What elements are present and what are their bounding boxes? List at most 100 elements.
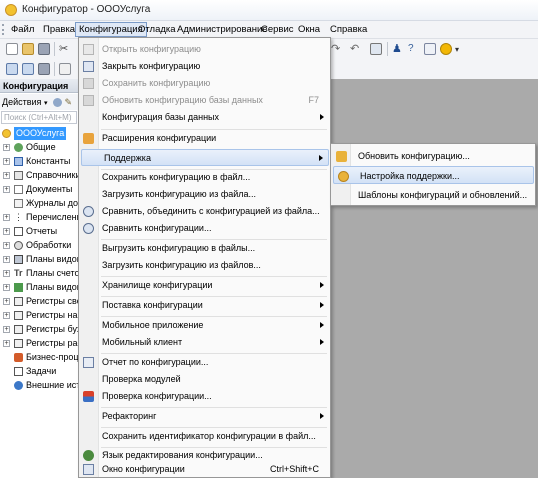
business-process-icon — [14, 353, 23, 362]
support-submenu: Обновить конфигурацию... Настройка подде… — [330, 143, 536, 206]
menu-item-repository[interactable]: Хранилище конфигурации — [80, 277, 329, 294]
menu-item-export-to-files[interactable]: Выгрузить конфигурацию в файлы... — [80, 240, 329, 257]
menu-item-db-config[interactable]: Конфигурация базы данных — [80, 109, 329, 126]
expand-icon[interactable]: + — [3, 326, 10, 333]
chevron-down-icon[interactable]: ▾ — [44, 100, 48, 107]
properties-icon[interactable] — [22, 63, 34, 75]
characteristic-icon — [14, 255, 23, 264]
cut-icon[interactable]: ✂ — [59, 43, 71, 55]
journal-icon — [14, 199, 23, 208]
expand-icon[interactable]: + — [3, 242, 10, 249]
chevron-down-icon[interactable]: ▾ — [455, 43, 467, 55]
menu-windows[interactable]: Окна — [295, 23, 323, 36]
menu-item-compare-configs[interactable]: Сравнить конфигурации... — [80, 220, 329, 237]
gear-icon — [14, 241, 23, 250]
menu-edit[interactable]: Правка — [40, 23, 78, 36]
edit-icon[interactable]: ✎ — [65, 97, 73, 107]
menu-item-refactoring[interactable]: Рефакторинг — [80, 408, 329, 425]
actions-menu-button[interactable]: Действия — [2, 97, 41, 107]
expand-icon[interactable]: + — [3, 144, 10, 151]
toolbar-separator — [54, 62, 55, 76]
submenu-item-update-config[interactable]: Обновить конфигурацию... — [332, 147, 534, 165]
expand-icon[interactable]: + — [3, 186, 10, 193]
expand-icon[interactable]: + — [3, 298, 10, 305]
menu-item-config-report[interactable]: Отчет по конфигурации... — [80, 354, 329, 371]
window-title: Конфигуратор - ОООУслуга — [22, 4, 151, 15]
language-icon — [83, 450, 94, 461]
expand-icon[interactable]: + — [3, 284, 10, 291]
expand-icon[interactable]: + — [3, 228, 10, 235]
title-bar: Конфигуратор - ОООУслуга — [0, 0, 538, 21]
configuration-menu: Открыть конфигурацию Закрыть конфигураци… — [78, 37, 331, 478]
menu-item-update-db-config[interactable]: Обновить конфигурацию базы данных F7 — [80, 92, 329, 109]
expand-icon[interactable]: + — [3, 158, 10, 165]
expand-icon[interactable]: + — [3, 312, 10, 319]
submenu-item-support-settings[interactable]: Настройка поддержки... — [333, 166, 534, 184]
menu-item-mobile-app[interactable]: Мобильное приложение — [80, 317, 329, 334]
menu-item-check-config[interactable]: Проверка конфигурации... — [80, 388, 329, 405]
enum-icon: ⋮ — [14, 212, 23, 222]
config-icon[interactable] — [59, 63, 71, 75]
search-input[interactable]: Поиск (Ctrl+Alt+M) — [1, 111, 77, 124]
menu-debug[interactable]: Отладка — [135, 23, 179, 36]
window-icon[interactable] — [370, 43, 382, 55]
toolbar-separator — [54, 42, 55, 56]
register-icon — [14, 311, 23, 320]
submenu-arrow-icon — [320, 322, 324, 328]
tree-view-icon[interactable] — [6, 63, 18, 75]
expand-icon[interactable]: + — [3, 256, 10, 263]
expand-icon[interactable]: + — [3, 340, 10, 347]
report-icon — [14, 227, 23, 236]
config-root-icon — [2, 129, 11, 138]
expand-icon[interactable]: + — [3, 214, 10, 221]
actions-bar: Действия ▾ ✎ — [0, 94, 78, 110]
menu-item-mobile-client[interactable]: Мобильный клиент — [80, 334, 329, 351]
submenu-arrow-icon — [319, 155, 323, 161]
undo-icon[interactable]: ↶ — [350, 43, 362, 55]
redo-icon[interactable]: ↷ — [331, 43, 343, 55]
menu-file[interactable]: Файл — [8, 23, 37, 36]
menu-item-import-from-files[interactable]: Загрузить конфигурацию из файлов... — [80, 257, 329, 274]
menu-item-delivery[interactable]: Поставка конфигурации — [80, 297, 329, 314]
syntax-helper-icon[interactable] — [424, 43, 436, 55]
expand-icon[interactable]: + — [3, 172, 10, 179]
menu-item-support[interactable]: Поддержка — [81, 149, 329, 166]
menu-item-save-config-id[interactable]: Сохранить идентификатор конфигурации в ф… — [80, 428, 329, 445]
menu-item-config-window[interactable]: Окно конфигурации Ctrl+Shift+C — [80, 461, 329, 478]
menu-item-compare-merge[interactable]: Сравнить, объединить с конфигурацией из … — [80, 203, 329, 220]
submenu-arrow-icon — [320, 114, 324, 120]
info-icon[interactable] — [440, 43, 452, 55]
register-icon — [14, 325, 23, 334]
check-config-icon — [83, 391, 94, 402]
menu-item-load-from-file[interactable]: Загрузить конфигурацию из файла... — [80, 186, 329, 203]
submenu-item-templates[interactable]: Шаблоны конфигураций и обновлений... — [332, 186, 534, 204]
menu-item-close-config[interactable]: Закрыть конфигурацию — [80, 58, 329, 75]
menu-help[interactable]: Справка — [327, 23, 370, 36]
menu-service[interactable]: Сервис — [258, 23, 297, 36]
menu-administration[interactable]: Администрирование — [174, 23, 271, 36]
open-folder-icon[interactable] — [22, 43, 34, 55]
menu-item-check-modules[interactable]: Проверка модулей — [80, 371, 329, 388]
configuration-tree-panel: Конфигурация Действия ▾ ✎ Поиск (Ctrl+Al… — [0, 79, 79, 478]
user-icon[interactable]: ♟ — [392, 43, 404, 55]
new-file-icon[interactable] — [6, 43, 18, 55]
help-icon[interactable]: ? — [408, 43, 420, 55]
common-icon — [14, 143, 23, 152]
menu-grip-icon — [2, 24, 7, 35]
menu-item-save-to-file[interactable]: Сохранить конфигурацию в файл... — [80, 169, 329, 186]
menu-item-save-config[interactable]: Сохранить конфигурацию — [80, 75, 329, 92]
menu-item-extensions[interactable]: Расширения конфигурации — [80, 130, 329, 147]
menu-item-open-config[interactable]: Открыть конфигурацию — [80, 41, 329, 58]
expand-icon[interactable]: + — [3, 270, 10, 277]
register-icon — [14, 339, 23, 348]
open-config-icon — [83, 44, 94, 55]
update-db-icon — [83, 95, 94, 106]
window-icon — [83, 464, 94, 475]
submenu-arrow-icon — [320, 302, 324, 308]
add-icon[interactable] — [52, 98, 62, 108]
catalog-icon — [14, 171, 23, 180]
compare-icon — [83, 206, 94, 217]
save-icon[interactable] — [38, 43, 50, 55]
database-icon[interactable] — [38, 63, 50, 75]
shortcut-f7: F7 — [308, 95, 319, 105]
